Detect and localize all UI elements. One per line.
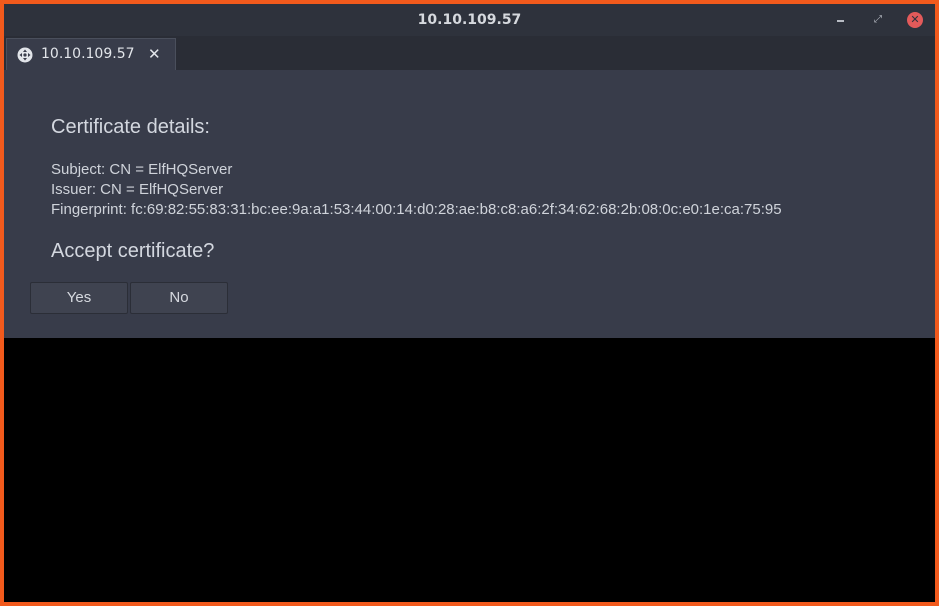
remote-desktop-icon (17, 47, 33, 63)
window-title: 10.10.109.57 (417, 12, 522, 28)
certificate-details-heading: Certificate details: (51, 116, 210, 138)
tab-remote-session[interactable]: 10.10.109.57 ✕ (6, 38, 176, 70)
tab-bar: 10.10.109.57 ✕ (4, 36, 935, 71)
tab-label: 10.10.109.57 (41, 46, 135, 62)
certificate-subject: Subject: CN = ElfHQServer (51, 161, 233, 178)
maximize-button[interactable]: ⤢ (870, 12, 886, 28)
certificate-issuer: Issuer: CN = ElfHQServer (51, 181, 224, 198)
no-button[interactable]: No (130, 282, 228, 314)
close-window-button[interactable]: ✕ (907, 12, 923, 28)
accept-certificate-question: Accept certificate? (51, 240, 215, 262)
certificate-fingerprint: Fingerprint: fc:69:82:55:83:31:bc:ee:9a:… (51, 201, 782, 218)
close-icon: ✕ (910, 13, 920, 26)
app-window: 10.10.109.57 ⤢ ✕ 10.10.109.57 ✕ Certific… (4, 4, 935, 602)
minimize-button[interactable] (833, 12, 849, 28)
certificate-dialog: Certificate details: Subject: CN = ElfHQ… (4, 70, 935, 338)
tab-close-icon[interactable]: ✕ (148, 39, 161, 70)
title-bar[interactable]: 10.10.109.57 ⤢ ✕ (4, 4, 935, 36)
remote-display-area[interactable] (4, 338, 935, 602)
minimize-icon (837, 20, 844, 22)
maximize-icon: ⤢ (874, 14, 882, 25)
yes-button[interactable]: Yes (30, 282, 128, 314)
